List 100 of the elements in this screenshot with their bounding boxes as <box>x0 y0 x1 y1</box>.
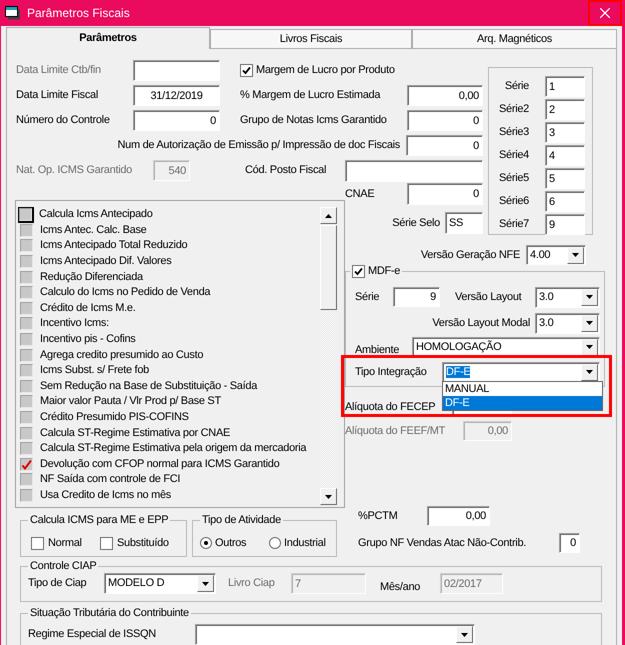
window-title: Parâmetros Fiscais <box>27 6 130 20</box>
dropdown-button[interactable] <box>581 314 598 332</box>
option-label: Sem Redução na Base de Substituição - Saída <box>40 380 258 393</box>
caret-icon <box>586 370 593 374</box>
dropdown-button[interactable] <box>567 246 584 264</box>
tab[interactable]: Parâmetros <box>6 27 210 49</box>
caret-icon <box>586 295 593 299</box>
radio-label: Industrial <box>284 536 326 550</box>
field-label: %PCTM <box>358 510 398 522</box>
caret-icon <box>586 321 593 325</box>
checkbox[interactable] <box>20 224 33 237</box>
option-label: Devolução com CFOP normal para ICMS Garantido <box>40 458 280 471</box>
dropdown-field[interactable] <box>195 624 475 645</box>
field-label: Ambiente <box>355 344 400 357</box>
checkbox[interactable] <box>20 333 33 346</box>
dropdown-field[interactable]: MODELO D <box>104 573 216 594</box>
field-label: Data Limite Fiscal <box>16 89 100 102</box>
checkbox[interactable] <box>31 536 44 550</box>
field-label: Série2 <box>498 103 529 116</box>
caret-icon <box>202 582 209 586</box>
text-field[interactable] <box>133 60 220 81</box>
text-field[interactable]: 0,00 <box>427 506 490 526</box>
checkbox[interactable] <box>20 488 33 502</box>
tab[interactable]: Livros Fiscais <box>210 29 412 48</box>
dropdown-field[interactable]: HOMOLOGAÇÃO <box>412 336 600 358</box>
checkbox[interactable] <box>20 255 33 268</box>
field-label: Série4 <box>498 149 529 162</box>
field-label: Versão Layout <box>455 290 523 304</box>
dropdown-field[interactable]: 4.00 <box>526 245 586 265</box>
checkbox[interactable] <box>20 239 33 252</box>
text-field[interactable]: 4 <box>545 145 585 166</box>
text-field[interactable]: 31/12/2019 <box>133 85 220 106</box>
dropdown-button[interactable] <box>581 364 598 380</box>
text-field[interactable]: SS <box>445 212 483 234</box>
text-field[interactable]: 0 <box>406 135 483 156</box>
text-field[interactable]: 9 <box>545 214 585 235</box>
field-label: Série3 <box>498 126 529 139</box>
dropdown-button[interactable] <box>581 338 598 356</box>
field-label: % Margem de Lucro Estimada <box>240 89 382 102</box>
text-field[interactable]: 2 <box>545 99 585 120</box>
checkbox[interactable] <box>20 458 33 471</box>
down-arrow-icon <box>325 494 332 498</box>
text-field[interactable]: 0 <box>407 110 483 131</box>
text-field[interactable]: 1 <box>545 76 585 97</box>
field-label: Cód. Posto Fiscal <box>245 164 328 177</box>
dropdown-field[interactable]: 3.0 <box>535 312 600 334</box>
field-label: Grupo de Notas Icms Garantido <box>240 114 388 127</box>
field-label: Nat. Op. ICMS Garantido <box>16 164 133 177</box>
checkbox-label: MDF-e <box>368 265 400 278</box>
text-field[interactable] <box>345 160 483 182</box>
dropdown-option[interactable]: DF-E <box>443 396 602 410</box>
text-field[interactable]: 5 <box>545 168 585 189</box>
checkbox[interactable] <box>20 348 33 362</box>
checkbox[interactable] <box>20 395 33 408</box>
field-label: Num de Autorização de Emissão p/ Impressão de doc Fiscais <box>118 139 400 152</box>
radio-button[interactable] <box>200 537 212 549</box>
radio-button[interactable] <box>269 537 281 549</box>
text-field[interactable]: 0,00 <box>407 85 483 106</box>
checkbox[interactable] <box>20 364 33 378</box>
option-label: Icms Antecipado Total Reduzido <box>40 239 188 252</box>
checkbox[interactable] <box>20 473 33 486</box>
checkbox[interactable] <box>20 442 33 456</box>
field-label: Série7 <box>498 218 529 231</box>
option-label: Calcula ST-Regime Estimativa por CNAE <box>40 426 230 440</box>
text-field[interactable]: 0 <box>559 533 580 553</box>
checkbox[interactable] <box>352 265 365 278</box>
checkbox[interactable] <box>20 286 33 300</box>
checkbox[interactable] <box>20 411 33 424</box>
field-label: Série <box>504 80 529 93</box>
dropdown-button[interactable] <box>581 288 598 306</box>
close-button[interactable] <box>588 0 622 26</box>
checkbox[interactable] <box>20 302 33 315</box>
scroll-up-button[interactable] <box>320 207 337 224</box>
text-field[interactable]: 0 <box>407 183 483 205</box>
dropdown-button[interactable] <box>197 575 214 592</box>
option-label: Calculo do Icms no Pedido de Venda <box>40 286 210 300</box>
option-label: Icms Subst. s/ Frete fob <box>40 364 149 378</box>
checkbox[interactable] <box>20 270 33 284</box>
dropdown-button[interactable] <box>456 626 473 643</box>
dropdown-option[interactable]: MANUAL <box>443 382 602 396</box>
checkbox[interactable] <box>20 317 33 330</box>
checkbox[interactable] <box>100 536 113 550</box>
dropdown-field[interactable]: 3.0 <box>535 286 600 308</box>
option-label: Incentivo Icms: <box>40 317 109 330</box>
checkbox[interactable] <box>240 64 253 77</box>
text-field[interactable]: 6 <box>545 191 585 212</box>
text-field[interactable]: 9 <box>393 287 440 307</box>
checkbox[interactable] <box>20 426 33 440</box>
scroll-down-button[interactable] <box>320 488 337 505</box>
checkbox[interactable] <box>20 380 33 393</box>
text-field[interactable]: 0 <box>133 110 220 131</box>
close-icon <box>600 8 610 18</box>
option-label: Maior valor Pauta / Vlr Prod p/ Base ST <box>40 395 221 408</box>
checkbox-label: Margem de Lucro por Produto <box>256 64 395 77</box>
scroll-thumb[interactable] <box>320 225 337 310</box>
text-field[interactable]: 3 <box>545 122 585 143</box>
field-label: Mês/ano <box>380 581 422 594</box>
window-icon <box>5 6 21 20</box>
tab[interactable]: Arq. Magnéticos <box>412 29 617 48</box>
dropdown-field[interactable]: DF-E <box>442 362 600 382</box>
